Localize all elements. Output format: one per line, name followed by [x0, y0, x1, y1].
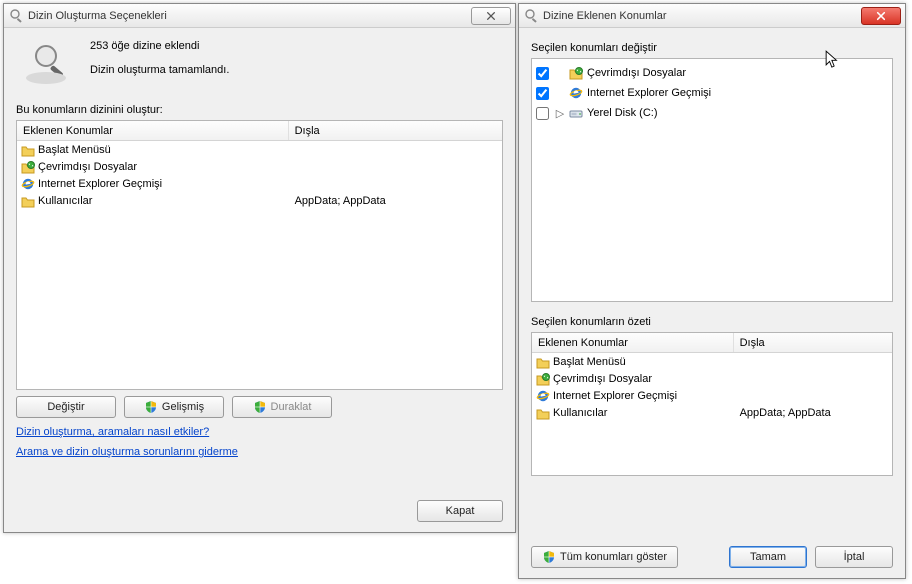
- shield-icon: [253, 400, 267, 414]
- window-title: Dizine Eklenen Konumlar: [543, 10, 667, 22]
- table-row[interactable]: Başlat Menüsü: [532, 353, 892, 370]
- tree-label: Çevrimdışı Dosyalar: [587, 67, 686, 79]
- row-name: Internet Explorer Geçmişi: [553, 390, 677, 402]
- status-state: Dizin oluşturma tamamlandı.: [90, 64, 229, 76]
- ok-button[interactable]: Tamam: [729, 546, 807, 568]
- row-name: Kullanıcılar: [38, 195, 92, 207]
- show-all-locations-button[interactable]: Tüm konumları göster: [531, 546, 678, 568]
- summary-label: Seçilen konumların özeti: [531, 316, 893, 328]
- indexed-locations-dialog: Dizine Eklenen Konumlar Seçilen konumlar…: [518, 3, 906, 579]
- link-troubleshoot[interactable]: Arama ve dizin oluşturma sorunlarını gid…: [16, 446, 238, 458]
- shield-icon: [144, 400, 158, 414]
- modify-button[interactable]: Değiştir: [16, 396, 116, 418]
- table-row[interactable]: Başlat Menüsü: [17, 141, 502, 158]
- drive-icon: [569, 106, 583, 120]
- tree-item[interactable]: ▷ Yerel Disk (C:): [532, 103, 892, 123]
- offline-icon: [536, 372, 550, 386]
- tree-label: Internet Explorer Geçmişi: [587, 87, 711, 99]
- table-row[interactable]: Çevrimdışı Dosyalar: [532, 370, 892, 387]
- cancel-button[interactable]: İptal: [815, 546, 893, 568]
- tree-item[interactable]: Internet Explorer Geçmişi: [532, 83, 892, 103]
- indexing-options-dialog: Dizin Oluşturma Seçenekleri 253 öğe dizi…: [3, 3, 516, 533]
- ie-icon: [21, 177, 35, 191]
- tree-checkbox[interactable]: [536, 107, 549, 120]
- table-row[interactable]: Kullanıcılar AppData; AppData: [532, 404, 892, 421]
- folder-icon: [536, 355, 550, 369]
- shield-icon: [542, 550, 556, 564]
- row-name: Internet Explorer Geçmişi: [38, 178, 162, 190]
- locations-tree[interactable]: Çevrimdışı Dosyalar Internet Explorer Geç…: [531, 58, 893, 302]
- section-label: Bu konumların dizinini oluştur:: [16, 104, 503, 116]
- close-button[interactable]: [471, 7, 511, 25]
- summary-list[interactable]: Eklenen Konumlar Dışla Başlat Menüsü Çevr…: [531, 332, 893, 476]
- row-exclude: AppData; AppData: [734, 407, 892, 419]
- row-name: Çevrimdışı Dosyalar: [38, 161, 137, 173]
- magnifier-icon: [26, 38, 74, 86]
- row-name: Çevrimdışı Dosyalar: [553, 373, 652, 385]
- table-row[interactable]: Internet Explorer Geçmişi: [17, 175, 502, 192]
- tree-checkbox[interactable]: [536, 87, 549, 100]
- close-button[interactable]: [861, 7, 901, 25]
- folder-icon: [21, 194, 35, 208]
- column-header-exclude[interactable]: Dışla: [734, 337, 892, 349]
- magnifier-icon: [8, 8, 24, 24]
- tree-checkbox[interactable]: [536, 67, 549, 80]
- locations-list[interactable]: Eklenen Konumlar Dışla Başlat Menüsü Çevr…: [16, 120, 503, 390]
- row-name: Başlat Menüsü: [38, 144, 111, 156]
- row-exclude: AppData; AppData: [289, 195, 502, 207]
- column-header-locations[interactable]: Eklenen Konumlar: [17, 121, 289, 140]
- close-dialog-button[interactable]: Kapat: [417, 500, 503, 522]
- magnifier-icon: [523, 8, 539, 24]
- ie-icon: [569, 86, 583, 100]
- titlebar[interactable]: Dizin Oluşturma Seçenekleri: [4, 4, 515, 28]
- table-row[interactable]: Çevrimdışı Dosyalar: [17, 158, 502, 175]
- tree-label: Yerel Disk (C:): [587, 107, 658, 119]
- window-title: Dizin Oluşturma Seçenekleri: [28, 10, 167, 22]
- row-name: Kullanıcılar: [553, 407, 607, 419]
- table-row[interactable]: Kullanıcılar AppData; AppData: [17, 192, 502, 209]
- column-header-exclude[interactable]: Dışla: [289, 125, 502, 137]
- column-header-locations[interactable]: Eklenen Konumlar: [532, 333, 734, 352]
- offline-icon: [569, 66, 583, 80]
- titlebar[interactable]: Dizine Eklenen Konumlar: [519, 4, 905, 28]
- row-name: Başlat Menüsü: [553, 356, 626, 368]
- pause-button[interactable]: Duraklat: [232, 396, 332, 418]
- folder-icon: [536, 406, 550, 420]
- folder-icon: [21, 143, 35, 157]
- cursor-icon: [825, 50, 841, 66]
- expander-icon[interactable]: ▷: [555, 107, 565, 120]
- offline-icon: [21, 160, 35, 174]
- status-count: 253 öğe dizine eklendi: [90, 40, 229, 52]
- advanced-button[interactable]: Gelişmiş: [124, 396, 224, 418]
- link-how-affects[interactable]: Dizin oluşturma, aramaları nasıl etkiler…: [16, 426, 209, 438]
- table-row[interactable]: Internet Explorer Geçmişi: [532, 387, 892, 404]
- ie-icon: [536, 389, 550, 403]
